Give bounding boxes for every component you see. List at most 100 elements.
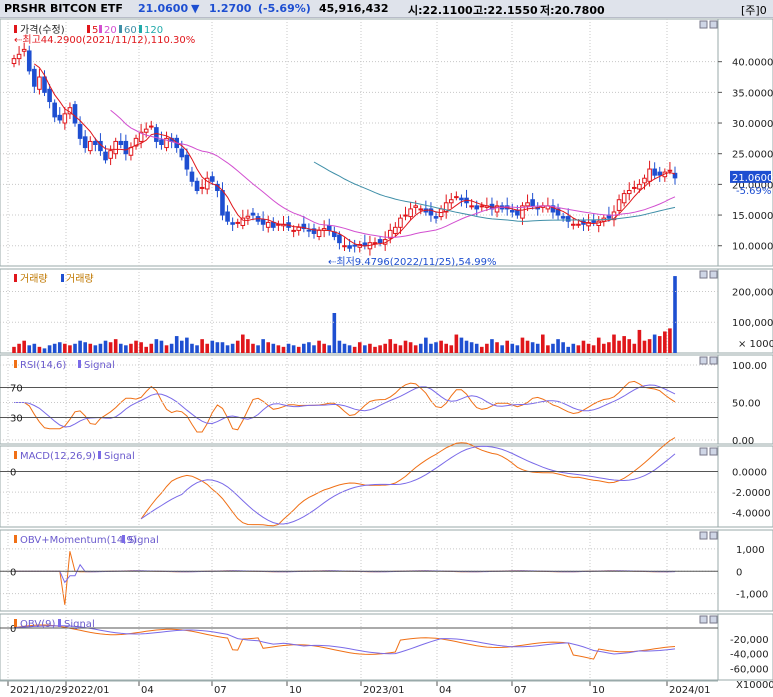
panel-close-icon: [709, 447, 718, 456]
volume-bar: [352, 346, 357, 353]
volume-bar: [490, 339, 494, 353]
candle-body: [576, 223, 581, 226]
obv-y-tick-label: -60,000: [730, 665, 769, 676]
legend-obv-signal: Signal: [64, 619, 95, 630]
volume-bar: [37, 346, 42, 353]
volume-bar: [622, 336, 626, 353]
candle-body: [250, 212, 256, 216]
candle-body: [103, 151, 108, 161]
candle-body: [235, 221, 241, 224]
legend-obv: OBV(9): [20, 619, 56, 630]
volume-bar: [235, 340, 240, 353]
volume-bar: [479, 346, 484, 353]
x-tick-label: 2023/01: [363, 685, 405, 696]
panel-close-icon: [709, 356, 718, 365]
legend-marker-macd-signal: [98, 451, 101, 459]
candle-body: [57, 114, 63, 121]
volume-bar: [88, 343, 93, 353]
volume-bar: [586, 343, 591, 353]
volume-bar: [444, 343, 448, 353]
volume-bar: [632, 343, 637, 353]
volume-bar: [571, 343, 576, 353]
legend-marker-volume: [14, 274, 17, 282]
volume-bar: [17, 343, 21, 353]
volume-bar: [424, 337, 428, 353]
price-y-tick-label: 15.0000: [732, 211, 773, 222]
candle-body: [637, 183, 642, 190]
candle-body: [337, 234, 342, 244]
candle-body: [591, 220, 596, 223]
volume-bar: [607, 342, 611, 353]
price-y-tick-label: 30.0000: [732, 119, 773, 130]
legend-obv-momentum: OBV+Momentum(14,9): [20, 535, 137, 546]
volume-bar: [602, 343, 606, 353]
volume-bar: [144, 346, 148, 353]
candle-body: [37, 76, 42, 90]
volume-y-tick-label: 200,000: [732, 287, 773, 298]
volume-bar: [63, 343, 67, 353]
panel-minimize-icon: [699, 531, 708, 540]
volume-bar: [418, 343, 423, 353]
legend-marker-price: [14, 25, 17, 33]
volume-bar: [566, 346, 571, 353]
obv-momentum-y-tick-label: -1,000: [736, 590, 768, 601]
volume-bar: [510, 343, 515, 353]
x-tick-label: 07: [214, 685, 227, 696]
candle-body: [123, 140, 129, 155]
candle-body: [62, 113, 68, 124]
volume-bar: [393, 343, 398, 353]
candle-body: [342, 245, 347, 248]
price-high-annotation: ⇠최고44.2900(2021/11/12),110.30%: [14, 34, 195, 46]
candle-body: [271, 221, 276, 228]
candle-body: [571, 223, 576, 226]
price-y-tick-label: 40.0000: [732, 58, 773, 69]
candle-body: [159, 139, 164, 146]
volume-bar: [302, 343, 306, 353]
volume-bar: [388, 339, 393, 353]
volume-bar: [174, 336, 179, 353]
volume-bar: [403, 340, 408, 353]
volume-value: 45,916,432: [319, 2, 389, 15]
volume-bar: [124, 345, 128, 353]
volume-bar: [327, 345, 332, 353]
candle-body: [479, 205, 485, 208]
volume-bar: [307, 342, 311, 353]
candle-body: [525, 202, 530, 207]
volume-bar: [652, 334, 657, 353]
volume-bar: [246, 339, 250, 353]
volume-bar: [271, 343, 276, 353]
legend-marker-ma5: [87, 25, 90, 33]
volume-bar: [368, 343, 372, 353]
volume-bar: [673, 276, 677, 353]
candle-body: [398, 217, 403, 228]
panel-minimize-icon: [699, 20, 708, 29]
volume-bar: [332, 313, 337, 353]
candle-body: [143, 128, 149, 133]
legend-macd-signal: Signal: [104, 451, 135, 462]
y-axis-frame-price: [717, 18, 773, 267]
volume-bar: [291, 345, 296, 353]
volume-bar: [439, 340, 443, 353]
candle-body: [408, 208, 413, 218]
period-selector[interactable]: [주]0: [741, 2, 767, 18]
volume-bar: [205, 343, 210, 353]
volume-bar: [561, 342, 565, 353]
legend-volume: 거래량: [20, 273, 48, 285]
candle-body: [418, 208, 424, 211]
candle-body: [225, 211, 230, 222]
candle-body: [113, 140, 118, 155]
macd-y-tick-label: 0.0000: [732, 467, 767, 478]
candle-body: [326, 224, 332, 231]
volume-bar: [139, 342, 143, 353]
candle-body: [448, 199, 454, 204]
rsi-level-label: 70: [10, 384, 23, 395]
volume-bar: [373, 346, 377, 353]
legend-rsi: RSI(14,6): [20, 360, 66, 371]
volume-bar: [647, 339, 652, 353]
quote-header: PRSHR BITCON ETF 21.0600 ▼ 1.2700 (-5.69…: [0, 0, 773, 18]
legend-obv-momentum-signal: Signal: [128, 535, 159, 546]
x-tick-label: 2022/01: [68, 685, 110, 696]
candle-body: [474, 205, 479, 210]
candle-body: [362, 242, 368, 247]
volume-bar: [261, 339, 265, 353]
